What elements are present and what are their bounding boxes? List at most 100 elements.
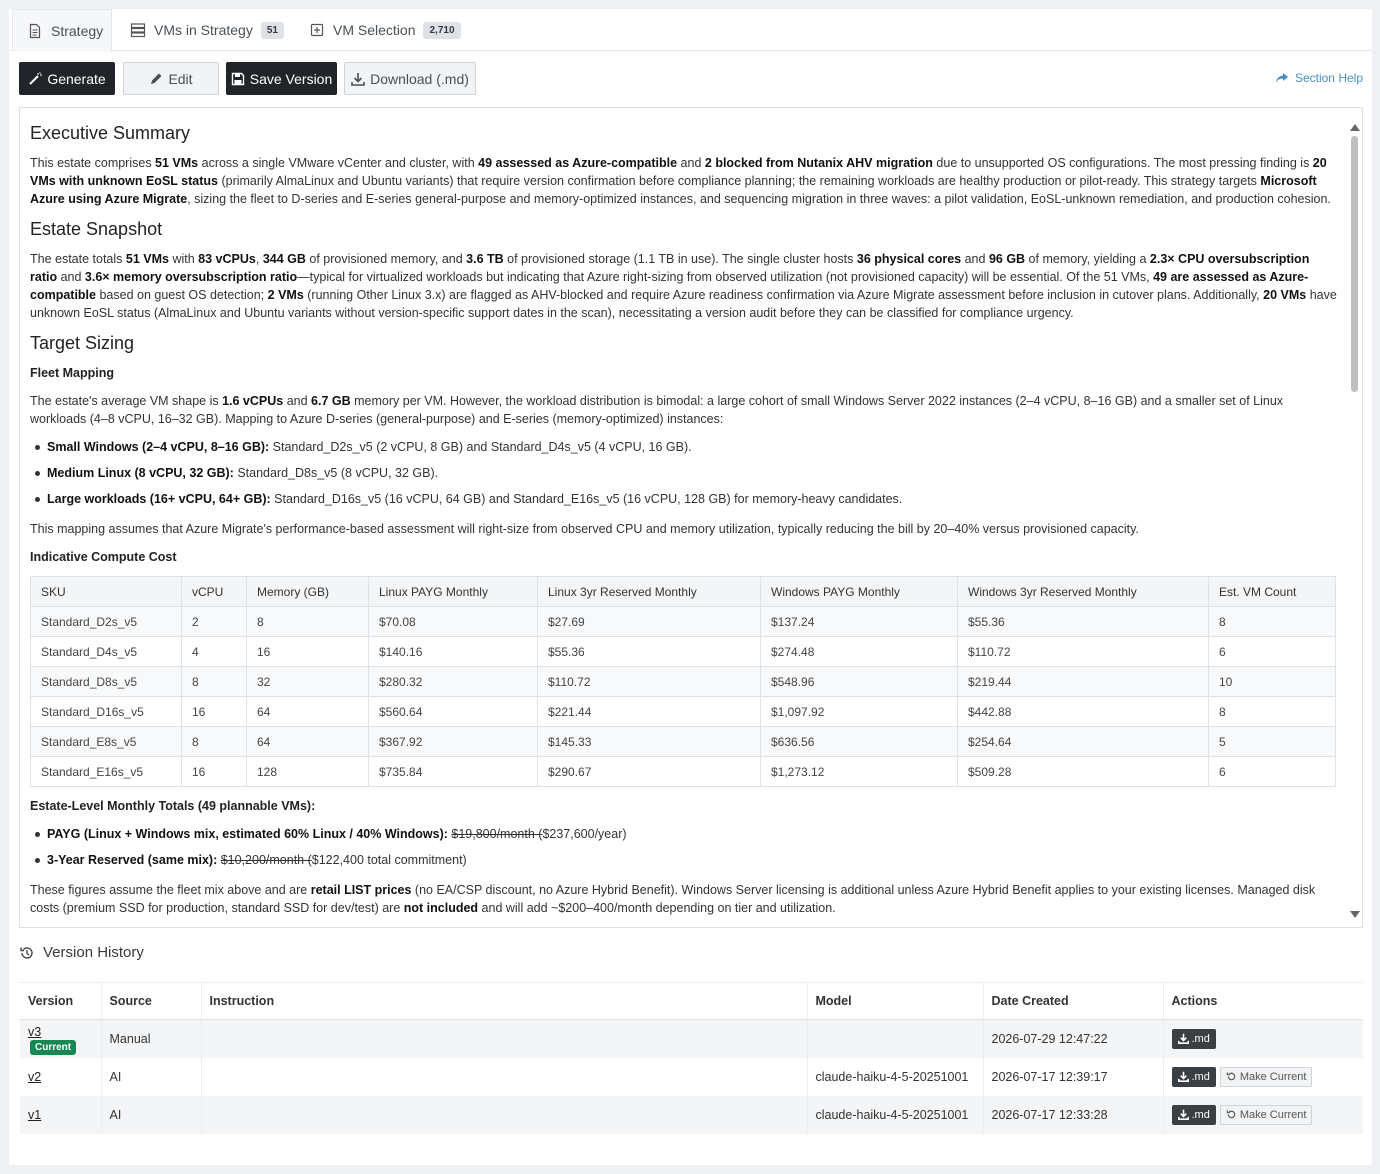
make-current-label: Make Current xyxy=(1239,1108,1307,1121)
make-current-button[interactable]: Make Current xyxy=(1219,1104,1313,1125)
column-header: Windows 3yr Reserved Monthly xyxy=(957,576,1209,607)
make-current-button[interactable]: Make Current xyxy=(1219,1066,1313,1087)
plus-square-icon xyxy=(310,23,324,37)
column-header: Date Created xyxy=(982,982,1163,1020)
pricing-note-paragraph: These figures assume the fleet mix above… xyxy=(30,883,1316,915)
scroll-down-arrow-icon[interactable] xyxy=(1350,911,1360,918)
download-md-button[interactable]: Download (.md) xyxy=(344,62,476,95)
share-arrow-icon xyxy=(1275,73,1288,83)
version-link[interactable]: v2 xyxy=(28,1070,41,1084)
edit-button[interactable]: Edit xyxy=(123,62,219,95)
download-md-button[interactable]: .md xyxy=(1171,1028,1216,1049)
compute-cost-table: SKU vCPU Memory (GB) Linux PAYG Monthly … xyxy=(30,576,1336,787)
column-header: Linux PAYG Monthly xyxy=(368,576,538,607)
target-sizing-heading: Target Sizing xyxy=(30,333,135,353)
pencil-icon xyxy=(151,73,162,84)
column-header: SKU xyxy=(30,576,182,607)
version-link[interactable]: v1 xyxy=(28,1108,41,1122)
section-help-label: Section Help xyxy=(1294,71,1363,85)
column-header: Actions xyxy=(1162,982,1363,1020)
section-help-link[interactable]: Section Help xyxy=(1275,71,1363,85)
list-item: PAYG (Linux + Windows mix, estimated 60%… xyxy=(35,825,1338,843)
estate-snapshot-heading: Estate Snapshot xyxy=(30,219,163,239)
list-item: Medium Linux (8 vCPU, 32 GB): Standard_D… xyxy=(35,464,1338,482)
source-cell: Manual xyxy=(100,1019,201,1058)
date-cell: 2026-07-17 12:33:28 xyxy=(982,1095,1163,1134)
undo-icon xyxy=(1226,1072,1236,1081)
save-label: Save Version xyxy=(249,70,333,87)
fleet-mapping-heading: Fleet Mapping xyxy=(30,366,115,380)
document-icon xyxy=(29,23,41,38)
download-label: Download (.md) xyxy=(370,70,469,87)
column-header: vCPU xyxy=(181,576,247,607)
table-row: v2 AI claude-haiku-4-5-20251001 2026-07-… xyxy=(20,1057,1363,1096)
table-row: v3 Current Manual 2026-07-29 12:47:22 .m… xyxy=(20,1019,1363,1058)
tab-label: Strategy xyxy=(51,22,104,39)
tab-strategy[interactable]: Strategy xyxy=(12,9,112,52)
tab-bar: Strategy VMs in Strategy 51 VM Selection… xyxy=(9,9,1372,52)
version-history-title: Version History xyxy=(43,944,144,961)
table-header-row: Version Source Instruction Model Date Cr… xyxy=(20,982,1363,1020)
strategy-page: Strategy VMs in Strategy 51 VM Selection… xyxy=(9,9,1372,1165)
column-header: Version xyxy=(20,982,101,1020)
column-header: Instruction xyxy=(200,982,807,1020)
table-row: Standard_E16s_v5 16 128 $735.84 $290.67 $1,27… xyxy=(30,756,1336,787)
column-header: Windows PAYG Monthly xyxy=(760,576,958,607)
model-cell xyxy=(806,1019,983,1058)
table-row: Standard_D16s_v5 16 64 $560.64 $221.44 $1,097… xyxy=(30,696,1336,727)
make-current-label: Make Current xyxy=(1239,1070,1307,1083)
table-row: v1 AI claude-haiku-4-5-20251001 2026-07-… xyxy=(20,1095,1363,1134)
column-header: Source xyxy=(100,982,201,1020)
estate-snapshot-paragraph: The estate totals 51 VMs with 83 vCPUs, … xyxy=(30,252,1337,320)
history-icon xyxy=(20,946,33,959)
compute-cost-heading: Indicative Compute Cost xyxy=(30,550,177,564)
fleet-mapping-paragraph: The estate's average VM shape is 1.6 vCP… xyxy=(30,394,1284,426)
document-scrollbar[interactable] xyxy=(1346,118,1362,918)
column-header: Linux 3yr Reserved Monthly xyxy=(537,576,761,607)
selection-count-badge: 2,710 xyxy=(423,21,461,39)
md-label: .md xyxy=(1191,1070,1210,1083)
current-badge: Current xyxy=(30,1039,77,1055)
tab-label: VMs in Strategy xyxy=(154,22,253,38)
column-header: Model xyxy=(806,982,983,1020)
save-version-button[interactable]: Save Version xyxy=(226,62,337,95)
tab-vm-selection[interactable]: VM Selection 2,710 xyxy=(309,9,461,51)
download-icon xyxy=(1177,1034,1189,1045)
column-header: Est. VM Count xyxy=(1208,576,1336,607)
list-item: 3-Year Reserved (same mix): $10,200/mont… xyxy=(35,851,1338,869)
download-md-button[interactable]: .md xyxy=(1171,1104,1216,1125)
strategy-document-panel[interactable]: Executive Summary This estate comprises … xyxy=(19,107,1363,928)
table-row: Standard_D8s_v5 8 32 $280.32 $110.72 $548.96 $… xyxy=(30,666,1336,697)
totals-list: PAYG (Linux + Windows mix, estimated 60%… xyxy=(35,825,1338,869)
download-md-button[interactable]: .md xyxy=(1171,1066,1216,1087)
executive-summary-heading: Executive Summary xyxy=(30,123,191,143)
vm-count-badge: 51 xyxy=(260,21,284,39)
instruction-cell xyxy=(200,1057,807,1096)
generate-label: Generate xyxy=(47,70,106,87)
edit-label: Edit xyxy=(168,70,193,87)
version-link[interactable]: v3 xyxy=(28,1025,41,1039)
generate-button[interactable]: Generate xyxy=(19,62,115,95)
model-cell: claude-haiku-4-5-20251001 xyxy=(806,1095,983,1134)
download-icon xyxy=(351,72,365,86)
date-cell: 2026-07-29 12:47:22 xyxy=(982,1019,1163,1058)
source-cell: AI xyxy=(100,1095,201,1134)
totals-heading: Estate-Level Monthly Totals (49 plannabl… xyxy=(30,799,316,813)
table-header-row: SKU vCPU Memory (GB) Linux PAYG Monthly … xyxy=(30,576,1336,607)
tab-vms-in-strategy[interactable]: VMs in Strategy 51 xyxy=(130,9,284,51)
list-item: Large workloads (16+ vCPU, 64+ GB): Stan… xyxy=(35,490,1338,508)
tab-label: VM Selection xyxy=(333,22,416,38)
scroll-up-arrow-icon[interactable] xyxy=(1350,124,1360,131)
table-row: Standard_D4s_v5 4 16 $140.16 $55.36 $274.48 $1… xyxy=(30,636,1336,667)
strategy-document: Executive Summary This estate comprises … xyxy=(30,122,1338,927)
instruction-cell xyxy=(200,1095,807,1134)
column-header: Memory (GB) xyxy=(246,576,369,607)
table-row: Standard_E8s_v5 8 64 $367.92 $145.33 $636.56 $… xyxy=(30,726,1336,757)
executive-summary-paragraph: This estate comprises 51 VMs across a si… xyxy=(30,156,1331,206)
magic-wand-icon xyxy=(29,71,43,85)
md-label: .md xyxy=(1191,1032,1210,1045)
server-icon xyxy=(130,23,146,38)
scrollbar-thumb[interactable] xyxy=(1351,136,1358,392)
undo-icon xyxy=(1226,1110,1236,1119)
download-icon xyxy=(1177,1071,1189,1082)
